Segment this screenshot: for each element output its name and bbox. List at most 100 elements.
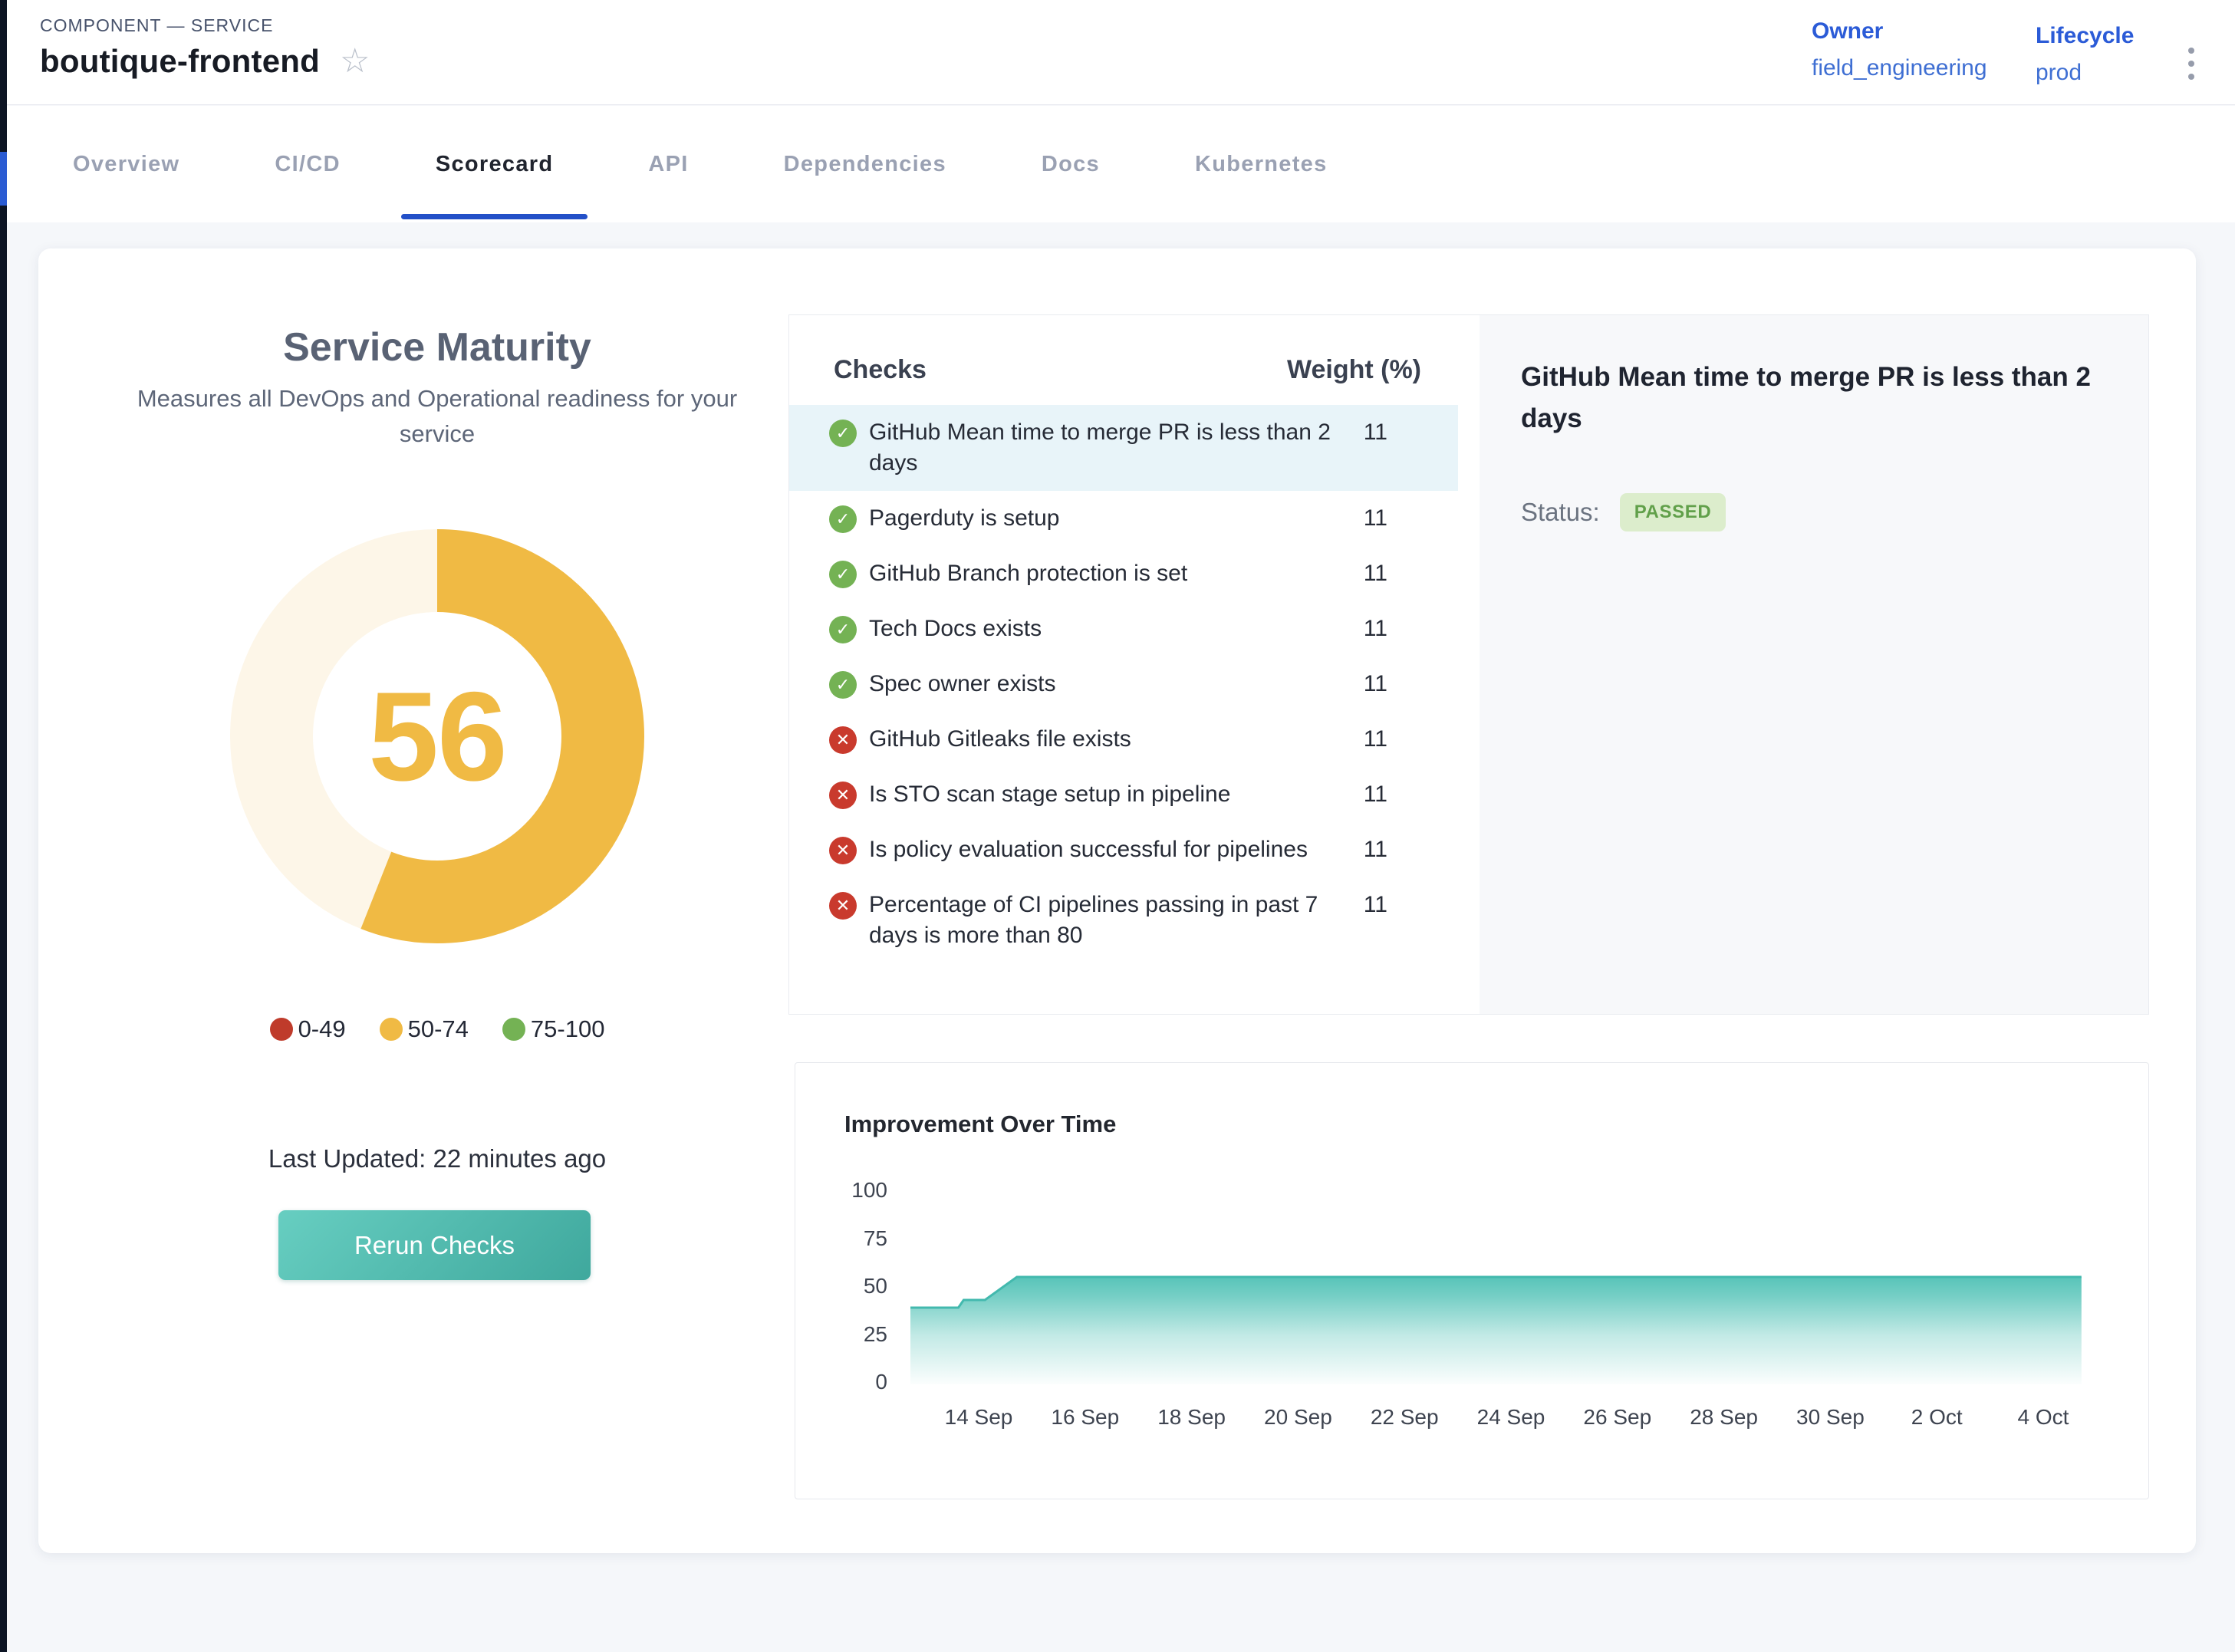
check-weight: 11 (1353, 890, 1458, 920)
check-weight: 11 (1353, 779, 1458, 810)
maturity-title: Service Maturity (54, 324, 821, 370)
checks-list: Checks Weight (%) ✓ GitHub Mean time to … (789, 315, 1480, 1014)
x-axis-label: 26 Sep (1583, 1405, 1651, 1430)
last-updated-text: Last Updated: 22 minutes ago (54, 1144, 821, 1173)
sidebar-active-indicator (0, 152, 7, 206)
lifecycle-label: Lifecycle (2036, 23, 2134, 49)
y-axis-tick: 25 (811, 1322, 887, 1347)
x-axis-label: 18 Sep (1157, 1405, 1226, 1430)
failed-icon: ✕ (829, 782, 857, 809)
check-weight: 11 (1353, 669, 1458, 699)
x-axis-label: 28 Sep (1690, 1405, 1758, 1430)
legend-dot (380, 1018, 403, 1041)
checks-panel: Checks Weight (%) ✓ GitHub Mean time to … (788, 314, 2149, 1015)
check-weight: 11 (1353, 834, 1458, 865)
tab-scorecard[interactable]: Scorecard (401, 106, 588, 222)
favorite-star-icon[interactable]: ☆ (340, 44, 370, 78)
check-weight: 11 (1353, 614, 1458, 644)
lifecycle-value: prod (2036, 60, 2134, 86)
check-row[interactable]: ✕ Percentage of CI pipelines passing in … (789, 877, 1458, 963)
check-weight: 11 (1353, 503, 1458, 534)
check-row[interactable]: ✓ Tech Docs exists 11 (789, 601, 1458, 657)
tab-docs[interactable]: Docs (1007, 106, 1134, 222)
legend-dot (270, 1018, 293, 1041)
maturity-score: 56 (222, 522, 652, 951)
maturity-donut-chart: 56 (222, 522, 652, 951)
page-title: boutique-frontend (40, 43, 320, 80)
owner-link[interactable]: field_engineering (1812, 55, 1987, 81)
area-chart-svg (883, 1182, 2133, 1389)
x-axis-label: 22 Sep (1371, 1405, 1439, 1430)
chart-title: Improvement Over Time (844, 1111, 1116, 1138)
y-axis-tick: 50 (811, 1274, 887, 1298)
check-name: GitHub Gitleaks file exists (869, 724, 1353, 755)
check-name: Pagerduty is setup (869, 503, 1353, 534)
checks-header-label: Checks (834, 355, 927, 385)
page: COMPONENT — SERVICE boutique-frontend ☆ … (0, 0, 2235, 1652)
app-header: COMPONENT — SERVICE boutique-frontend ☆ … (0, 0, 2235, 105)
legend-label: 50-74 (408, 1015, 469, 1043)
check-name: Tech Docs exists (869, 614, 1353, 644)
legend-item: 0-49 (270, 1015, 346, 1043)
check-weight: 11 (1353, 558, 1458, 589)
x-axis-label: 14 Sep (945, 1405, 1013, 1430)
x-axis-label: 20 Sep (1264, 1405, 1332, 1430)
maturity-subtitle: Measures all DevOps and Operational read… (119, 381, 755, 452)
x-axis-label: 16 Sep (1051, 1405, 1119, 1430)
failed-icon: ✕ (829, 892, 857, 920)
passed-icon: ✓ (829, 561, 857, 588)
check-detail-panel: GitHub Mean time to merge PR is less tha… (1480, 315, 2148, 1014)
rerun-checks-button[interactable]: Rerun Checks (278, 1210, 591, 1280)
check-name: Is policy evaluation successful for pipe… (869, 834, 1353, 865)
failed-icon: ✕ (829, 837, 857, 864)
x-axis-label: 4 Oct (2018, 1405, 2069, 1430)
check-name: Spec owner exists (869, 669, 1353, 699)
tab-overview[interactable]: Overview (38, 106, 214, 222)
legend-label: 75-100 (531, 1015, 605, 1043)
y-axis-tick: 100 (811, 1178, 887, 1203)
y-axis-tick: 75 (811, 1226, 887, 1251)
collapsed-sidebar-strip (0, 0, 7, 1652)
check-rows: ✓ GitHub Mean time to merge PR is less t… (789, 405, 1480, 963)
breadcrumb: COMPONENT — SERVICE (40, 15, 273, 36)
score-legend: 0-49 50-74 75-100 (54, 1015, 821, 1043)
improvement-chart-card: Improvement Over Time 1007550250 14 (795, 1062, 2149, 1499)
check-row[interactable]: ✓ Pagerduty is setup 11 (789, 491, 1458, 546)
tab-api[interactable]: API (614, 106, 723, 222)
tab-dependencies[interactable]: Dependencies (749, 106, 981, 222)
x-axis-label: 30 Sep (1796, 1405, 1865, 1430)
check-row[interactable]: ✕ Is STO scan stage setup in pipeline 11 (789, 767, 1458, 822)
passed-icon: ✓ (829, 505, 857, 533)
legend-dot (502, 1018, 525, 1041)
passed-icon: ✓ (829, 616, 857, 643)
failed-icon: ✕ (829, 726, 857, 754)
check-name: Is STO scan stage setup in pipeline (869, 779, 1353, 810)
owner-label: Owner (1812, 18, 1987, 44)
detail-title: GitHub Mean time to merge PR is less tha… (1521, 357, 2102, 439)
passed-icon: ✓ (829, 671, 857, 699)
check-weight: 11 (1353, 417, 1458, 448)
scorecard-card: Service Maturity Measures all DevOps and… (38, 248, 2196, 1553)
legend-item: 75-100 (502, 1015, 605, 1043)
check-row[interactable]: ✓ Spec owner exists 11 (789, 657, 1458, 712)
tab-bar: OverviewCI/CDScorecardAPIDependenciesDoc… (0, 106, 2235, 222)
check-row[interactable]: ✓ GitHub Branch protection is set 11 (789, 546, 1458, 601)
x-axis-label: 24 Sep (1477, 1405, 1545, 1430)
legend-item: 50-74 (380, 1015, 469, 1043)
check-name: GitHub Mean time to merge PR is less tha… (869, 417, 1353, 479)
check-name: GitHub Branch protection is set (869, 558, 1353, 589)
x-axis-label: 2 Oct (1911, 1405, 1963, 1430)
check-row[interactable]: ✕ Is policy evaluation successful for pi… (789, 822, 1458, 877)
check-weight: 11 (1353, 724, 1458, 755)
check-row[interactable]: ✕ GitHub Gitleaks file exists 11 (789, 712, 1458, 767)
status-badge: PASSED (1620, 493, 1726, 531)
check-row[interactable]: ✓ GitHub Mean time to merge PR is less t… (789, 405, 1458, 491)
status-label: Status: (1521, 498, 1600, 527)
kebab-menu-button[interactable] (2185, 44, 2197, 83)
weight-header-label: Weight (%) (1287, 355, 1421, 385)
legend-label: 0-49 (298, 1015, 346, 1043)
service-maturity-section: Service Maturity Measures all DevOps and… (54, 248, 821, 452)
tab-kubernetes[interactable]: Kubernetes (1160, 106, 1362, 222)
tab-ci-cd[interactable]: CI/CD (240, 106, 374, 222)
check-name: Percentage of CI pipelines passing in pa… (869, 890, 1353, 951)
